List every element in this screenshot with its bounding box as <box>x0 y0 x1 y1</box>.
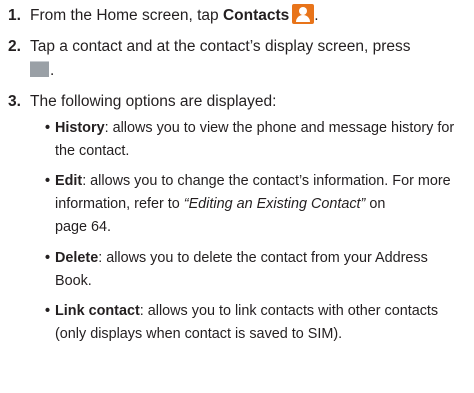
option-desc: : allows you to link contacts with other… <box>139 303 439 319</box>
step-text-end: . <box>314 7 319 24</box>
option-desc: : allows you to delete the contact from … <box>98 250 428 266</box>
step-number: 1. <box>8 7 21 24</box>
step-text-end: . <box>50 62 55 79</box>
option-term: History <box>55 120 105 136</box>
option-term: Delete <box>55 250 99 266</box>
bullet: • <box>45 120 51 136</box>
option-desc: : allows you to change the contact’s inf… <box>82 173 451 189</box>
bullet: • <box>45 173 51 189</box>
option-desc-cont: the contact. <box>55 143 130 159</box>
step-number: 3. <box>8 93 21 110</box>
option-term: Edit <box>55 173 83 189</box>
step-text: From the Home screen, tap <box>30 7 223 24</box>
step-text: The following options are displayed: <box>30 93 277 110</box>
option-desc-cont: page 64. <box>55 219 112 235</box>
step-number: 2. <box>8 38 21 55</box>
menu-key-icon <box>30 61 50 77</box>
bullet: • <box>45 250 51 266</box>
manual-page: 1. From the Home screen, tap Contacts. 2… <box>0 0 474 393</box>
option-desc-cont: (only displays when contact is saved to … <box>55 326 343 342</box>
step-text: Tap a contact and at the contact’s displ… <box>30 38 411 55</box>
bullet: • <box>45 303 51 319</box>
contacts-label: Contacts <box>222 7 290 24</box>
cross-reference-link[interactable]: “Editing an Existing Contact” <box>184 196 366 212</box>
option-desc: : allows you to view the phone and messa… <box>104 120 455 136</box>
option-desc-cont: on <box>365 196 386 212</box>
contacts-app-icon <box>292 4 315 24</box>
option-desc-cont: Book. <box>55 273 92 289</box>
option-desc-cont: information, refer to <box>55 196 184 212</box>
option-term: Link contact <box>55 303 140 319</box>
